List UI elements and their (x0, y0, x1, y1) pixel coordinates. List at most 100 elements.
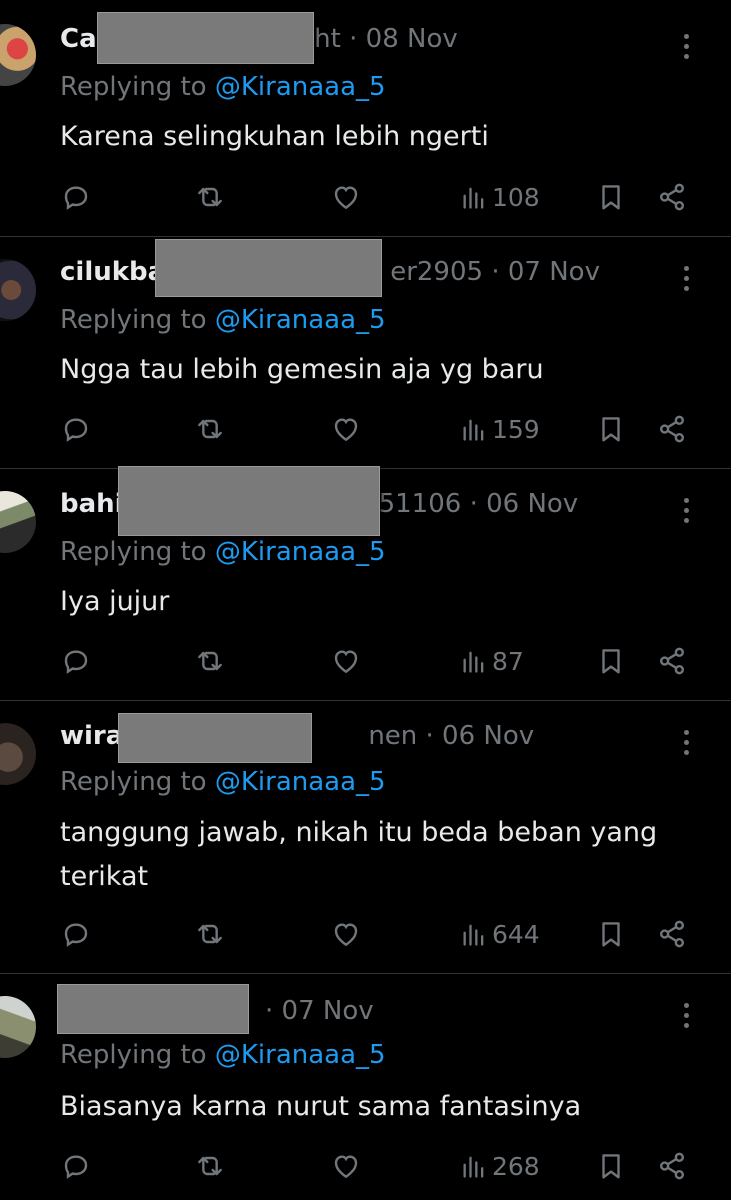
tweet-date[interactable]: · 07 Nov (265, 996, 374, 1026)
share-button[interactable] (656, 409, 688, 449)
retweet-icon (198, 924, 222, 944)
share-button[interactable] (656, 177, 688, 217)
reply-button[interactable] (60, 409, 92, 449)
views-button[interactable]: 159 (460, 409, 540, 449)
share-button[interactable] (656, 641, 688, 681)
action-bar: 87 (0, 641, 731, 681)
more-options-button[interactable] (672, 26, 700, 66)
reply-tweet[interactable]: bahi 51106 · 06 Nov Replying to @Kiranaaa… (0, 466, 731, 700)
bookmark-icon (602, 922, 620, 947)
reply-icon (64, 186, 88, 210)
tweet-text: tanggung jawab, nikah itu beda beban yan… (60, 817, 658, 892)
avatar[interactable] (0, 723, 36, 785)
retweet-button[interactable] (193, 1146, 227, 1186)
bookmark-button[interactable] (596, 409, 626, 449)
reply-icon (64, 650, 88, 674)
like-button[interactable] (329, 641, 363, 681)
retweet-button[interactable] (193, 177, 227, 217)
avatar[interactable] (0, 491, 36, 553)
reply-tweet[interactable]: · 07 Nov Replying to @Kiranaaa_5 Biasany… (0, 974, 731, 1200)
heart-icon (334, 186, 358, 210)
reply-button[interactable] (60, 914, 92, 954)
more-icon (683, 265, 689, 271)
share-icon (660, 1152, 684, 1180)
bookmark-button[interactable] (596, 914, 626, 954)
replying-to-label: Replying to (60, 537, 207, 567)
bookmark-icon (602, 649, 620, 674)
views-icon (463, 924, 484, 946)
tweet-date[interactable]: · 06 Nov (470, 489, 579, 519)
reply-tweet[interactable]: Ca sht · 08 Nov Replying to @Kiranaaa_5 K… (0, 0, 731, 236)
mention-link[interactable]: @Kiranaaa_5 (215, 72, 386, 102)
tweet-date[interactable]: · 07 Nov (491, 257, 600, 287)
more-icon (683, 497, 689, 503)
display-name[interactable]: wira (60, 721, 123, 751)
avatar[interactable] (0, 24, 36, 86)
retweet-button[interactable] (193, 641, 227, 681)
tweet-text: Karena selingkuhan lebih ngerti (60, 121, 489, 152)
more-options-button[interactable] (672, 258, 700, 298)
views-icon (463, 187, 484, 209)
avatar[interactable] (0, 259, 36, 321)
more-options-button[interactable] (672, 995, 700, 1035)
like-button[interactable] (329, 1146, 363, 1186)
reply-tweet[interactable]: wira nen · 06 Nov Replying to @Kiranaaa_5… (0, 701, 731, 973)
views-count: 159 (492, 414, 540, 444)
more-icon (683, 33, 689, 39)
replying-to-label: Replying to (60, 767, 207, 797)
user-handle[interactable]: 51106 (379, 489, 462, 519)
views-button[interactable]: 87 (460, 641, 524, 681)
replying-to: Replying to @Kiranaaa_5 (60, 1040, 386, 1070)
more-options-button[interactable] (672, 490, 700, 530)
action-bar: 108 (0, 177, 731, 217)
redaction-box (57, 984, 249, 1034)
like-button[interactable] (329, 409, 363, 449)
share-icon (660, 415, 684, 443)
user-handle[interactable]: nen (368, 721, 417, 751)
tweet-text: Iya jujur (60, 586, 170, 617)
retweet-icon (198, 1156, 222, 1176)
action-bar: 644 (0, 914, 731, 954)
display-name[interactable]: cilukba (60, 257, 165, 287)
views-icon (463, 1156, 484, 1178)
reply-tweet[interactable]: cilukba er2905 · 07 Nov Replying to @Kira… (0, 237, 731, 468)
display-name[interactable]: Ca (60, 24, 97, 54)
action-bar: 159 (0, 409, 731, 449)
replying-to-label: Replying to (60, 305, 207, 335)
heart-icon (334, 1155, 358, 1179)
tweet-date[interactable]: · 06 Nov (426, 721, 535, 751)
views-button[interactable]: 268 (460, 1146, 540, 1186)
mention-link[interactable]: @Kiranaaa_5 (215, 1040, 386, 1070)
mention-link[interactable]: @Kiranaaa_5 (215, 767, 386, 797)
reply-button[interactable] (60, 177, 92, 217)
display-name[interactable]: bahi (60, 489, 124, 519)
redaction-box (118, 713, 312, 763)
more-icon (683, 1002, 689, 1008)
bookmark-button[interactable] (596, 1146, 626, 1186)
user-handle[interactable]: er2905 (390, 257, 483, 287)
retweet-button[interactable] (193, 914, 227, 954)
views-button[interactable]: 108 (460, 177, 540, 217)
tweet-date[interactable]: · 08 Nov (349, 24, 458, 54)
mention-link[interactable]: @Kiranaaa_5 (215, 305, 386, 335)
reply-icon (64, 418, 88, 442)
mention-link[interactable]: @Kiranaaa_5 (215, 537, 386, 567)
more-options-button[interactable] (672, 722, 700, 762)
reply-button[interactable] (60, 1146, 92, 1186)
retweet-icon (198, 419, 222, 439)
like-button[interactable] (329, 914, 363, 954)
share-icon (660, 183, 684, 211)
like-button[interactable] (329, 177, 363, 217)
bookmark-button[interactable] (596, 177, 626, 217)
share-button[interactable] (656, 914, 688, 954)
replying-to: Replying to @Kiranaaa_5 (60, 767, 386, 797)
redaction-box (118, 466, 380, 536)
avatar[interactable] (0, 996, 36, 1058)
views-button[interactable]: 644 (460, 914, 540, 954)
retweet-button[interactable] (193, 409, 227, 449)
heart-icon (334, 923, 358, 947)
share-button[interactable] (656, 1146, 688, 1186)
reply-button[interactable] (60, 641, 92, 681)
bookmark-button[interactable] (596, 641, 626, 681)
share-icon (660, 647, 684, 675)
